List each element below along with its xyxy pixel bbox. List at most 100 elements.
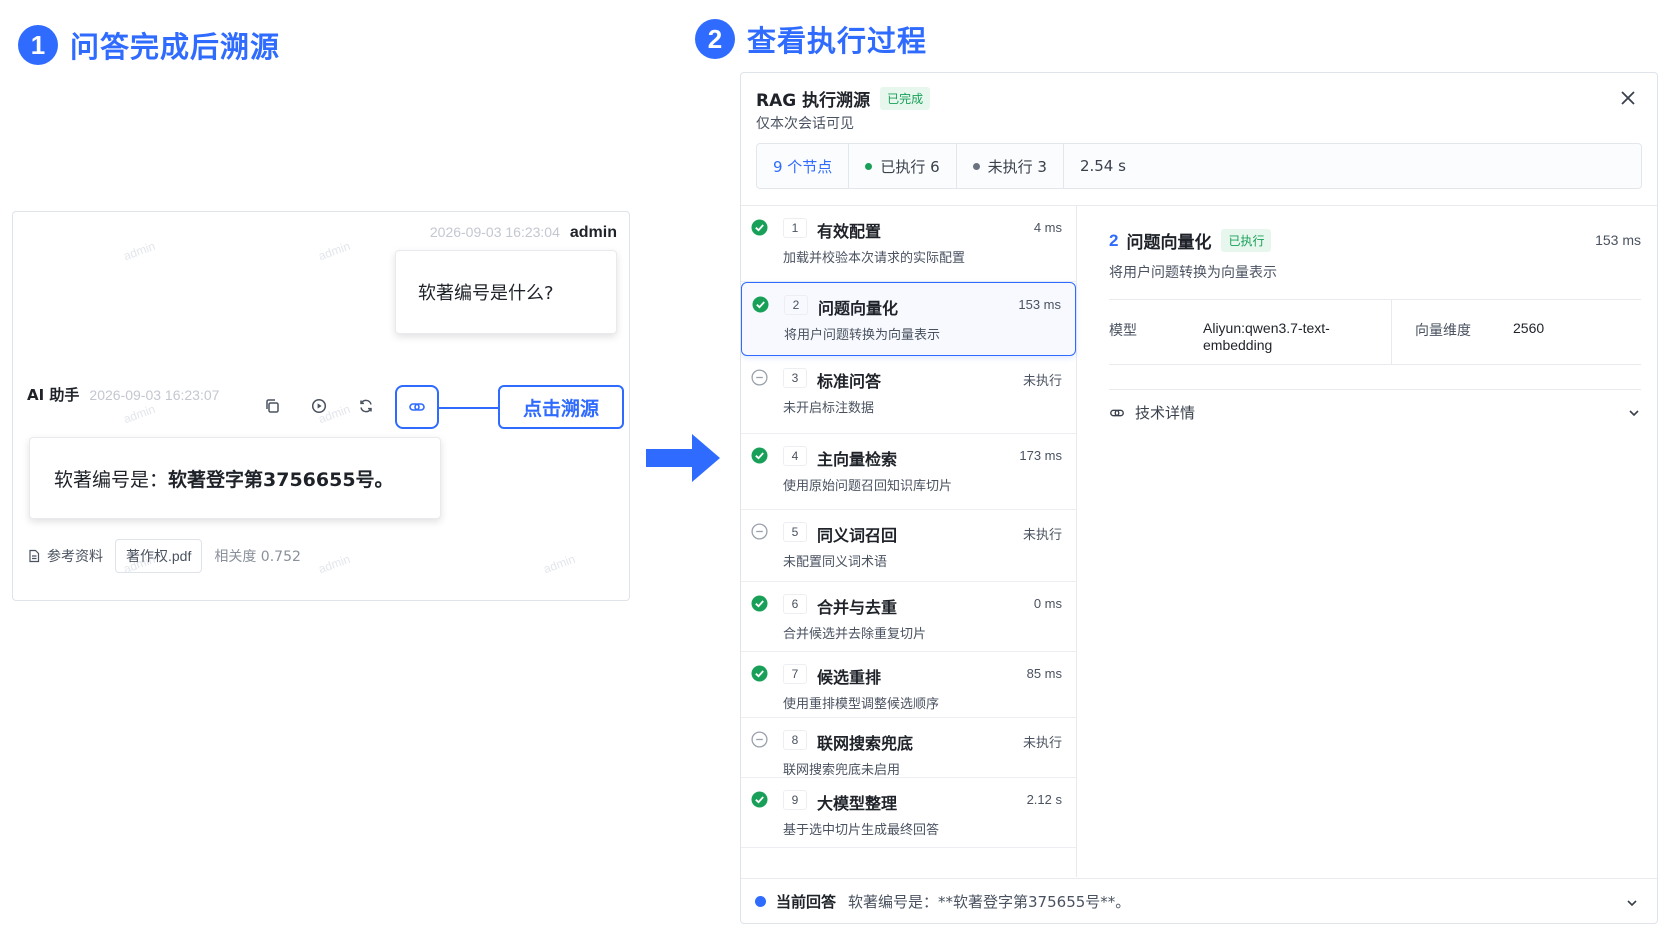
node-description: 使用原始问题召回知识库切片 [783,479,953,494]
node-time: 173 ms [1019,448,1062,463]
reference-row: 参考资料 著作权.pdf 相关度 0.752 [27,539,301,573]
node-item-2[interactable]: 2 问题向量化 153 ms 将用户问题转换为向量表示 [741,282,1076,356]
step-1-title: 问答完成后溯源 [70,30,281,64]
current-answer-dot-icon [755,896,766,907]
tech-details-toggle[interactable]: 技术详情 [1109,389,1641,435]
play-circle-icon [311,398,327,414]
executed-dot-icon [865,162,873,170]
stat-duration: 2.54 s [1079,157,1126,175]
node-item-5[interactable]: 5 同义词召回 未执行未配置同义词术语 [741,510,1076,582]
node-number: 1 [783,218,807,238]
divider [1076,205,1077,877]
node-time: 153 ms [1018,297,1061,312]
detail-status-badge: 已执行 [1221,229,1272,252]
detail-kv-table: 模型 Aliyun:qwen3.7-text-embedding 向量维度 25… [1109,299,1641,365]
check-circle-icon [752,296,769,313]
skipped-circle-icon [751,523,768,540]
node-description: 使用重排模型调整候选顺序 [783,697,940,712]
copy-button[interactable] [261,395,283,417]
ai-answer-highlight: 软著登字第3756655号。 [168,468,394,491]
node-name: 标准问答 [817,372,882,391]
node-item-7[interactable]: 7 候选重排 85 ms 使用重排模型调整候选顺序 [741,652,1076,718]
user-message-time: 2026-09-03 16:23:04 [429,224,560,240]
step-1-number: 1 [18,25,58,65]
user-question-bubble: 软著编号是什么? [395,250,617,334]
check-circle-icon [751,219,768,236]
stat-not-executed[interactable]: 未执行 3 [957,144,1064,188]
model-label: 模型 [1109,323,1137,339]
not-executed-dot-icon [972,162,980,170]
link-icon [409,403,425,411]
stat-executed-label: 已执行 6 [880,157,940,176]
skipped-circle-icon [751,369,768,386]
stat-not-executed-label: 未执行 3 [987,157,1047,176]
node-item-1[interactable]: 1 有效配置 4 ms 加载并校验本次请求的实际配置 [741,206,1076,282]
document-icon [29,549,40,563]
model-value: Aliyun:qwen3.7-text-embedding [1203,320,1330,353]
node-number: 2 [784,295,808,315]
check-circle-icon [751,791,768,808]
skipped-circle-icon [751,731,768,748]
node-description: 联网搜索兜底未启用 [783,763,901,778]
node-name: 候选重排 [817,668,882,687]
click-trace-callout: 点击溯源 [498,385,624,429]
check-circle-icon [751,595,768,612]
user-name: admin [569,224,617,241]
trace-button[interactable] [395,385,439,429]
reference-file[interactable]: 著作权.pdf [115,539,203,573]
watermark: admin [121,238,158,264]
node-time: 未执行 [1022,527,1062,542]
stat-node-count[interactable]: 9 个节点 [757,144,850,188]
play-button[interactable] [308,395,330,417]
node-item-9[interactable]: 9 大模型整理 2.12 s 基于选中切片生成最终回答 [741,778,1076,848]
node-name: 同义词召回 [817,526,898,545]
chat-panel: admin admin admin admin admin admin admi… [12,211,630,601]
node-number: 9 [783,790,807,810]
node-time: 未执行 [1022,373,1062,388]
ai-message-meta: AI 助手 2026-09-03 16:23:07 [27,384,219,405]
check-circle-icon [751,447,768,464]
node-description: 未配置同义词术语 [783,555,888,570]
node-number: 4 [783,446,807,466]
current-answer-label: 当前回答 [776,893,837,911]
drawer-title: RAG 执行溯源 [756,91,871,111]
ai-answer-bubble: 软著编号是： 软著登字第3756655号。 [29,437,441,519]
watermark: admin [541,551,578,577]
regenerate-button[interactable] [355,395,377,417]
step-2-header: 2 查看执行过程 [695,18,927,60]
node-item-6[interactable]: 6 合并与去重 0 ms 合并候选并去除重复切片 [741,582,1076,652]
node-name: 主向量检索 [817,450,898,469]
node-number: 3 [783,368,807,388]
node-name: 有效配置 [817,222,882,241]
node-item-3[interactable]: 3 标准问答 未执行未开启标注数据 [741,356,1076,434]
node-time: 0 ms [1033,596,1062,611]
node-time: 85 ms [1026,666,1062,681]
node-item-8[interactable]: 8 联网搜索兜底 未执行 联网搜索兜底未启用 [741,718,1076,778]
step-1-header: 1 问答完成后溯源 [18,24,280,66]
node-time: 4 ms [1033,220,1062,235]
detail-description: 将用户问题转换为向量表示 [1109,265,1277,281]
link-icon [1110,409,1124,416]
step-2-title: 查看执行过程 [747,24,928,58]
current-answer-bar[interactable]: 当前回答 软著编号是：**软著登字第375655号**。 [741,878,1657,923]
node-name: 大模型整理 [817,794,898,813]
current-answer-text: 软著编号是：**软著登字第375655号**。 [848,893,1131,911]
stat-executed[interactable]: 已执行 6 [849,144,957,188]
close-button[interactable] [1619,89,1637,111]
node-item-4[interactable]: 4 主向量检索 173 ms 使用原始问题召回知识库切片 [741,434,1076,510]
stats-bar: 9 个节点 已执行 6 未执行 3 2.54 s [756,143,1642,189]
node-number: 7 [783,664,807,684]
relevance-score: 相关度 0.752 [214,549,301,565]
node-time: 未执行 [1022,735,1062,750]
ai-message-time: 2026-09-03 16:23:07 [89,386,220,403]
node-number: 5 [783,522,807,542]
drawer-title-row: RAG 执行溯源 已完成 [756,86,931,111]
user-message-meta: 2026-09-03 16:23:04 admin [430,224,617,242]
node-description: 未开启标注数据 [783,401,875,416]
rag-trace-drawer: RAG 执行溯源 已完成 仅本次会话可见 9 个节点 已执行 6 未执行 3 2… [740,72,1658,924]
vector-dim-label: 向量维度 [1415,323,1471,339]
chevron-down-icon [1627,900,1637,907]
ai-assistant-name: AI 助手 [27,386,80,404]
copy-icon [266,399,279,413]
chevron-down-icon [1629,410,1639,417]
